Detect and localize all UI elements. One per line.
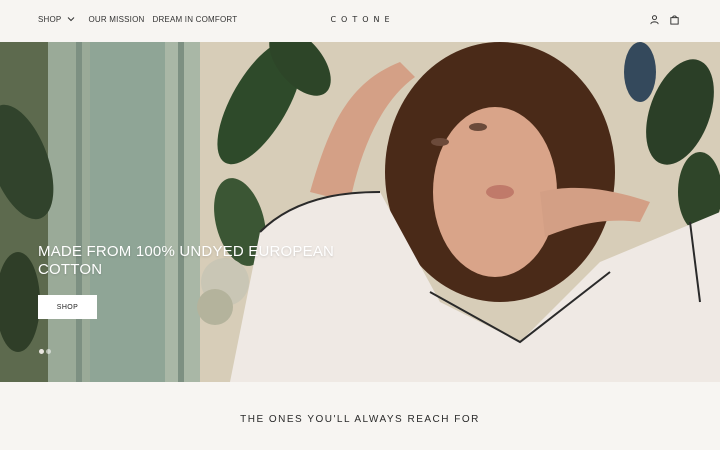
brand-logo-text: COTONE	[330, 15, 395, 24]
slider-dots	[39, 349, 51, 354]
section-title: THE ONES YOU'LL ALWAYS REACH FOR	[240, 414, 480, 425]
hero-banner: MADE FROM 100% UNDYED EUROPEAN COTTON SH…	[0, 42, 720, 382]
bag-icon[interactable]	[669, 14, 680, 25]
account-icon[interactable]	[649, 14, 660, 25]
header-icons	[649, 14, 680, 25]
hero-title: MADE FROM 100% UNDYED EUROPEAN COTTON	[38, 243, 335, 278]
site-header: SHOP OUR MISSION DREAM IN COMFORT COTONE	[0, 0, 720, 42]
slider-dot-1[interactable]	[39, 349, 44, 354]
hero-shop-button[interactable]: SHOP	[38, 295, 97, 319]
hero-image	[0, 42, 720, 382]
slider-dot-2[interactable]	[46, 349, 51, 354]
brand-logo[interactable]: COTONE	[0, 15, 720, 24]
